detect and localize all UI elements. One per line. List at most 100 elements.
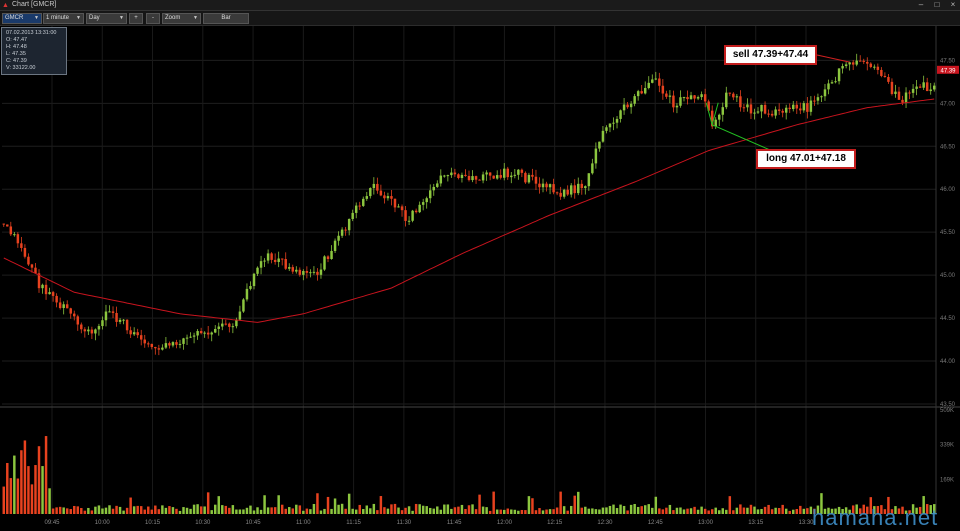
candle-body xyxy=(904,92,908,103)
candle-body xyxy=(799,108,802,111)
volume-bar xyxy=(467,505,471,514)
candle-body xyxy=(178,343,182,345)
volume-bar xyxy=(795,509,799,514)
volume-bar xyxy=(446,504,450,514)
volume-bar xyxy=(37,446,41,514)
volume-bar xyxy=(538,508,541,514)
candle-body xyxy=(411,210,414,221)
candle-body xyxy=(643,88,647,94)
candle-body xyxy=(481,174,485,181)
candle-body xyxy=(837,68,841,82)
candle-body xyxy=(802,103,806,111)
candle-body xyxy=(73,313,76,317)
volume-bar xyxy=(700,506,703,514)
candle-body xyxy=(199,331,203,334)
volume-bar xyxy=(111,508,115,514)
volume-bar xyxy=(799,505,802,514)
candle-body xyxy=(520,169,524,173)
time-tick-label: 10:00 xyxy=(95,520,111,526)
candle-body xyxy=(421,202,425,205)
candle-body xyxy=(252,273,256,287)
volume-tick-label: 339K xyxy=(940,443,954,449)
candle-body xyxy=(665,93,668,97)
candle-body xyxy=(20,243,23,248)
candle-body xyxy=(633,96,636,104)
candle-body xyxy=(862,60,865,62)
volume-bar xyxy=(351,508,354,514)
volume-bar xyxy=(203,506,206,514)
volume-bar xyxy=(340,503,344,514)
candle-body xyxy=(453,172,457,175)
candle-body xyxy=(16,234,20,244)
volume-bar xyxy=(252,510,256,514)
candle-body xyxy=(816,97,820,101)
volume-bar xyxy=(580,507,584,514)
volume-bar xyxy=(55,507,58,514)
volume-bar xyxy=(784,508,788,514)
volume-bar xyxy=(555,507,559,514)
volume-bar xyxy=(175,508,178,514)
long-annotation: long 47.01+47.18 xyxy=(756,149,856,169)
candle-body xyxy=(538,183,541,188)
candle-body xyxy=(668,95,672,97)
candle-body xyxy=(136,332,139,336)
candle-body xyxy=(922,82,925,88)
volume-bar xyxy=(150,509,154,514)
volume-bar xyxy=(309,509,312,514)
volume-bar xyxy=(679,507,682,514)
candle-body xyxy=(661,85,665,94)
candle-body xyxy=(658,78,661,86)
candle-body xyxy=(347,218,351,231)
candle-body xyxy=(848,62,851,65)
volume-bar xyxy=(485,507,488,514)
candle-body xyxy=(400,206,404,211)
candle-body xyxy=(534,176,538,184)
volume-bar xyxy=(732,510,735,514)
candle-body xyxy=(122,319,125,321)
candle-body xyxy=(756,111,760,113)
candle-body xyxy=(206,332,210,335)
volume-bar xyxy=(231,505,235,514)
volume-bar xyxy=(788,510,791,514)
volume-bar xyxy=(781,504,784,514)
volume-bar xyxy=(62,507,65,514)
volume-bar xyxy=(154,505,157,514)
volume-bar xyxy=(520,509,524,514)
volume-bar xyxy=(510,509,513,514)
info-open: O: 47.47 xyxy=(6,37,28,43)
volume-bar xyxy=(432,508,435,514)
volume-bar xyxy=(97,505,101,514)
volume-bar xyxy=(802,508,806,514)
volume-bar xyxy=(48,488,51,514)
volume-bar xyxy=(259,509,263,514)
candle-body xyxy=(2,223,5,225)
candle-body xyxy=(90,329,94,334)
volume-bar xyxy=(397,507,400,514)
volume-bar xyxy=(73,505,76,514)
candle-body xyxy=(562,189,566,197)
candle-body xyxy=(369,188,372,197)
candle-body xyxy=(344,229,347,231)
candle-body xyxy=(111,311,115,313)
volume-bar xyxy=(481,506,485,514)
time-tick-label: 12:45 xyxy=(648,520,664,526)
volume-bar xyxy=(418,504,421,514)
moving-average-line xyxy=(3,98,935,323)
candle-body xyxy=(696,97,700,99)
candlestick-chart[interactable]: 47.50 47.00 46.50 46.00 45.50 45.00 44.50 44.00… xyxy=(0,0,960,531)
candle-body xyxy=(749,104,753,114)
candle-body xyxy=(168,343,171,346)
candle-body xyxy=(682,97,686,99)
candle-body xyxy=(524,172,527,183)
candle-body xyxy=(404,210,407,221)
volume-bar xyxy=(266,507,270,514)
candle-body xyxy=(333,240,337,251)
time-tick-label: 10:45 xyxy=(246,520,262,526)
volume-bar xyxy=(640,506,643,514)
candle-body xyxy=(65,304,69,309)
candle-body xyxy=(499,175,502,178)
candle-body xyxy=(841,66,844,69)
volume-bar xyxy=(531,498,534,514)
volume-bar xyxy=(273,507,277,514)
candle-body xyxy=(450,172,453,176)
